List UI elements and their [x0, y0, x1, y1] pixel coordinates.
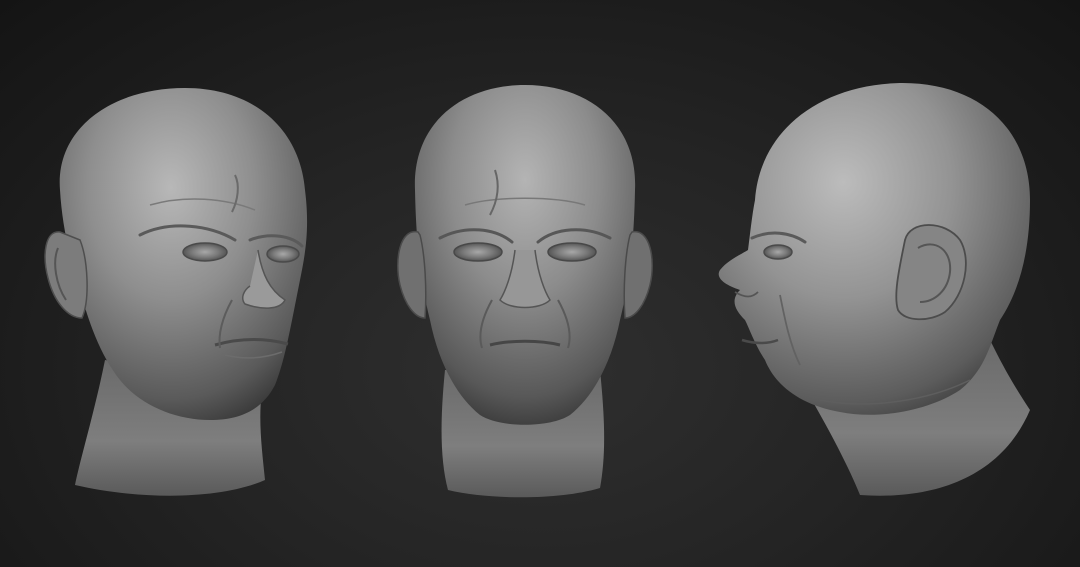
head-view-three-quarter: [44, 88, 308, 496]
sculpt-render: [44, 82, 1030, 498]
eye-right: [547, 242, 597, 262]
eye-left: [453, 242, 503, 262]
eye-right: [266, 245, 300, 263]
render-viewport: [0, 0, 1080, 567]
head-view-profile: [718, 82, 1030, 496]
eye: [763, 244, 793, 260]
ear-right: [623, 231, 653, 319]
eye-left: [182, 242, 228, 262]
head-view-front: [397, 85, 653, 498]
ear: [44, 231, 88, 319]
ear-left: [397, 231, 427, 319]
